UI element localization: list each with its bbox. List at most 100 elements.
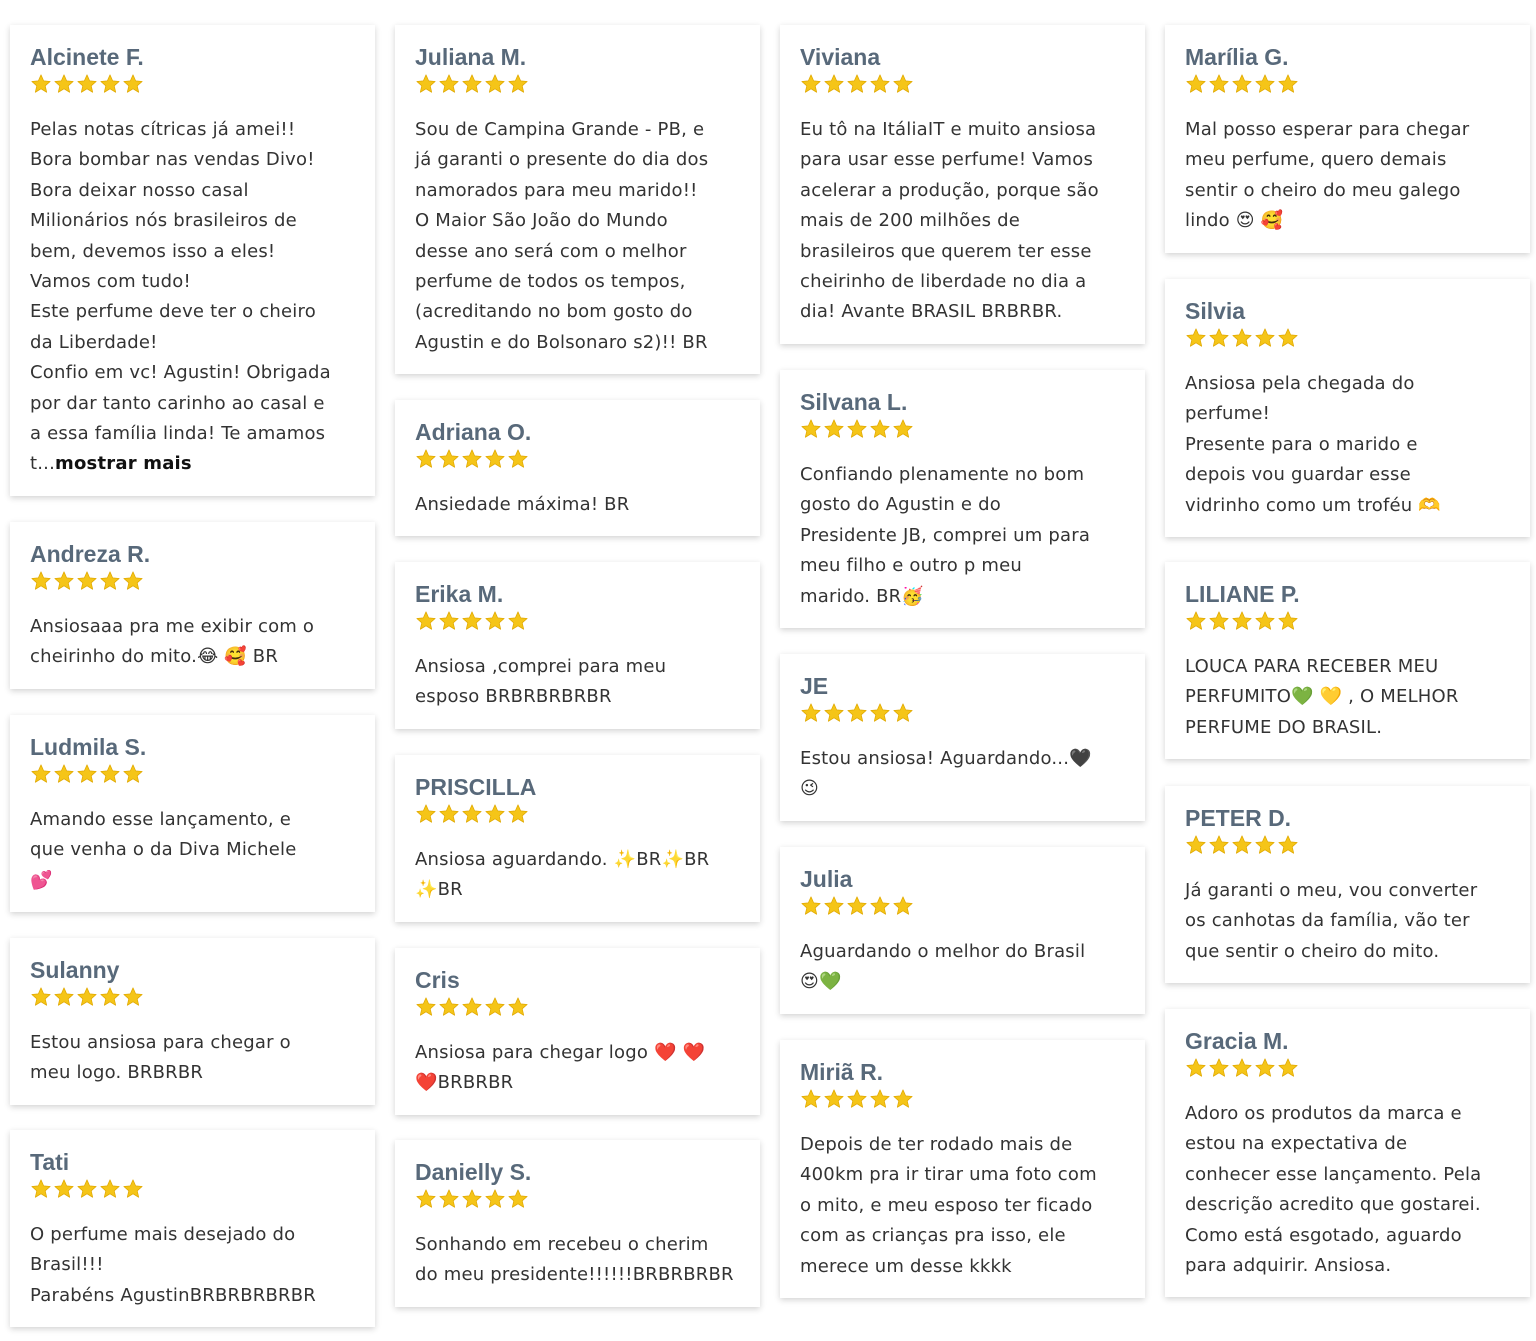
star-icon <box>438 73 460 95</box>
star-icon <box>461 996 483 1018</box>
star-icon <box>1254 73 1276 95</box>
review-card: Danielly S. Sonhando em recebeu o cherim … <box>395 1140 760 1307</box>
star-rating <box>1185 610 1510 632</box>
review-text: Adoro os produtos da marca e estou na ex… <box>1185 1099 1510 1281</box>
star-icon <box>122 73 144 95</box>
star-icon <box>99 73 121 95</box>
star-icon <box>122 763 144 785</box>
review-card: Gracia M. Adoro os produtos da marca e es… <box>1165 1009 1530 1298</box>
star-icon <box>461 448 483 470</box>
star-icon <box>76 986 98 1008</box>
star-icon <box>823 418 845 440</box>
review-card: Sulanny Estou ansiosa para chegar o meu l… <box>10 938 375 1105</box>
review-text: Sonhando em recebeu o cherim do meu pres… <box>415 1230 740 1291</box>
review-body: Estou ansiosa! Aguardando...🖤 😉 <box>800 748 1092 800</box>
star-icon <box>1185 610 1207 632</box>
star-icon <box>122 986 144 1008</box>
star-icon <box>1208 610 1230 632</box>
star-rating <box>1185 1057 1510 1079</box>
review-text: Ansiosa ,comprei para meu esposo BRBRBRB… <box>415 652 740 713</box>
star-icon <box>1231 73 1253 95</box>
star-rating <box>800 73 1125 95</box>
reviewer-name: Julia <box>800 866 853 892</box>
review-text: Mal posso esperar para chegar meu perfum… <box>1185 115 1510 237</box>
star-icon <box>1254 1057 1276 1079</box>
star-rating <box>415 803 740 825</box>
review-card: Adriana O. Ansiedade máxima! BR <box>395 400 760 537</box>
star-icon <box>869 418 891 440</box>
reviewer-name: Silvana L. <box>800 389 908 415</box>
star-icon <box>846 418 868 440</box>
review-card: Tati O perfume mais desejado do Brasil!!!… <box>10 1130 375 1328</box>
review-body: LOUCA PARA RECEBER MEU PERFUMITO💚 💛 , O … <box>1185 656 1459 738</box>
review-card: Ludmila S. Amando esse lançamento, e que … <box>10 715 375 913</box>
star-icon <box>1254 610 1276 632</box>
star-icon <box>438 448 460 470</box>
review-text: Ansiosa pela chegada do perfume! Present… <box>1185 369 1510 521</box>
star-icon <box>30 570 52 592</box>
star-icon <box>30 1178 52 1200</box>
review-text: LOUCA PARA RECEBER MEU PERFUMITO💚 💛 , O … <box>1185 652 1510 743</box>
star-icon <box>846 702 868 724</box>
reviewer-name: Sulanny <box>30 957 120 983</box>
review-text: Confiando plenamente no bom gosto do Agu… <box>800 460 1125 612</box>
star-icon <box>122 570 144 592</box>
star-rating <box>415 996 740 1018</box>
star-icon <box>484 803 506 825</box>
review-body: Aguardando o melhor do Brasil 😍💚 <box>800 941 1086 993</box>
review-body: Ansiedade máxima! BR <box>415 494 630 515</box>
star-icon <box>122 1178 144 1200</box>
review-card: Silvia Ansiosa pela chegada do perfume! P… <box>1165 279 1530 538</box>
star-icon <box>1254 327 1276 349</box>
star-icon <box>438 996 460 1018</box>
star-icon <box>800 1088 822 1110</box>
review-body: Ansiosa para chegar logo ❤️ ❤️ ❤️BRBRBR <box>415 1042 706 1094</box>
star-rating <box>30 570 355 592</box>
star-icon <box>846 73 868 95</box>
star-icon <box>415 996 437 1018</box>
star-icon <box>823 1088 845 1110</box>
show-more-link[interactable]: mostrar mais <box>55 453 192 474</box>
review-body: Já garanti o meu, vou converter os canho… <box>1185 880 1478 962</box>
reviewer-name: Andreza R. <box>30 541 151 567</box>
star-icon <box>461 1188 483 1210</box>
review-card: LILIANE P. LOUCA PARA RECEBER MEU PERFUMI… <box>1165 562 1530 760</box>
review-card: Andreza R. Ansiosaaa pra me exibir com o … <box>10 522 375 689</box>
star-icon <box>800 418 822 440</box>
star-icon <box>1185 73 1207 95</box>
review-text: Aguardando o melhor do Brasil 😍💚 <box>800 937 1125 998</box>
review-card: Alcinete F. Pelas notas cítricas já amei!… <box>10 25 375 496</box>
star-icon <box>438 1188 460 1210</box>
star-icon <box>1277 73 1299 95</box>
review-text: Amando esse lançamento, e que venha o da… <box>30 805 355 896</box>
review-body: Estou ansiosa para chegar o meu logo. BR… <box>30 1032 291 1084</box>
star-icon <box>507 448 529 470</box>
star-icon <box>869 73 891 95</box>
review-body: Amando esse lançamento, e que venha o da… <box>30 809 297 891</box>
star-icon <box>76 1178 98 1200</box>
star-icon <box>1208 327 1230 349</box>
review-card: Miriã R. Depois de ter rodado mais de 400… <box>780 1040 1145 1299</box>
star-icon <box>30 73 52 95</box>
review-text: Ansiedade máxima! BR <box>415 490 740 520</box>
star-rating <box>1185 73 1510 95</box>
review-body: O perfume mais desejado do Brasil!!! Par… <box>30 1224 316 1306</box>
reviewer-name: Adriana O. <box>415 419 532 445</box>
review-card: Erika M. Ansiosa ,comprei para meu esposo… <box>395 562 760 729</box>
star-icon <box>1208 834 1230 856</box>
reviewer-name: Viviana <box>800 44 881 70</box>
review-body: Adoro os produtos da marca e estou na ex… <box>1185 1103 1482 1277</box>
reviewer-name: Tati <box>30 1149 70 1175</box>
review-card: Viviana Eu tô na ItáliaIT e muito ansiosa… <box>780 25 1145 344</box>
star-rating <box>30 763 355 785</box>
star-icon <box>800 895 822 917</box>
star-icon <box>484 448 506 470</box>
star-rating <box>30 1178 355 1200</box>
star-icon <box>1231 610 1253 632</box>
star-icon <box>869 1088 891 1110</box>
star-icon <box>76 570 98 592</box>
review-card: Julia Aguardando o melhor do Brasil 😍💚 <box>780 847 1145 1014</box>
star-icon <box>869 895 891 917</box>
star-icon <box>846 1088 868 1110</box>
reviewer-name: Silvia <box>1185 298 1246 324</box>
